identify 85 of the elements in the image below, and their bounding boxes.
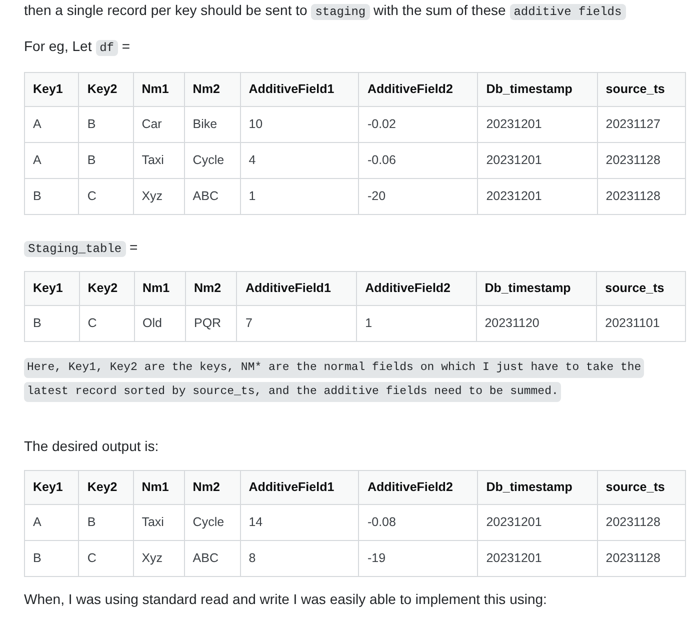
table-cell: 7 [236, 306, 357, 342]
table-cell: 20231201 [478, 106, 598, 142]
inline-code: Staging_table [24, 241, 126, 257]
column-header: Key1 [24, 272, 80, 306]
column-header: Nm2 [184, 72, 240, 106]
inline-code: df [96, 40, 118, 56]
table-cell: -0.08 [358, 504, 478, 540]
table-cell: 20231101 [596, 306, 686, 342]
table-cell: 20231128 [597, 142, 686, 178]
table-cell: 20231128 [597, 540, 686, 576]
table-cell: Xyz [133, 540, 184, 576]
table-cell: 20231128 [597, 178, 686, 214]
paragraph-text: For eg, Let [24, 38, 93, 54]
inline-code: staging [311, 4, 370, 20]
table-cell: 20231128 [597, 504, 686, 540]
table-cell: ABC [184, 540, 240, 576]
column-header: AdditiveField2 [356, 272, 476, 306]
paragraph-text: = [128, 239, 138, 255]
column-header: AdditiveField1 [240, 470, 359, 504]
column-header: AdditiveField1 [240, 72, 359, 106]
column-header: Nm2 [185, 272, 237, 306]
table-cell: 10 [240, 106, 359, 142]
column-header: Nm1 [133, 470, 184, 504]
table-cell: 20231201 [478, 504, 598, 540]
table-cell: -0.06 [358, 142, 478, 178]
column-header: source_ts [596, 272, 686, 306]
table-cell: B [24, 178, 79, 214]
column-header: source_ts [597, 72, 686, 106]
column-header: Key2 [79, 272, 134, 306]
paragraph-text: then a single record per key should be sent to [24, 2, 308, 18]
column-header: Nm1 [133, 72, 184, 106]
table-cell: B [24, 306, 80, 342]
column-header: Key1 [24, 470, 79, 504]
table-cell: PQR [185, 306, 237, 342]
table-cell: Xyz [133, 178, 184, 214]
paragraph-text: When, I was using standard read and write I was easily able to implement this using: [24, 590, 548, 609]
table-cell: A [24, 142, 79, 178]
table-cell: 20231201 [478, 142, 598, 178]
table-cell: Car [133, 106, 184, 142]
table-cell: 20231120 [476, 306, 597, 342]
table-cell: Old [134, 306, 186, 342]
table-cell: 8 [240, 540, 359, 576]
table-cell: 1 [240, 178, 359, 214]
column-header: Key1 [24, 72, 79, 106]
table-cell: 1 [356, 306, 476, 342]
column-header: source_ts [597, 470, 686, 504]
table-cell: B [78, 504, 134, 540]
table-cell: 20231201 [478, 178, 598, 214]
table-cell: C [78, 540, 134, 576]
table-cell: B [24, 540, 79, 576]
paragraph-text: = [120, 38, 130, 54]
paragraph-text: with the sum of these [372, 2, 507, 18]
table-cell: Cycle [184, 142, 240, 178]
column-header: Key2 [78, 470, 134, 504]
table-cell: C [79, 306, 134, 342]
inline-code: additive fields [510, 4, 626, 20]
table-cell: A [24, 504, 79, 540]
table-cell: B [78, 142, 134, 178]
column-header: Db_timestamp [478, 470, 598, 504]
table-cell: 4 [240, 142, 359, 178]
column-header: Db_timestamp [478, 72, 598, 106]
code-text: Here, Key1, Key2 are the keys, NM* are the normal fields on which I just have to take the [24, 358, 644, 378]
table-cell: ABC [184, 178, 240, 214]
table-cell: 14 [240, 504, 359, 540]
column-header: AdditiveField2 [358, 72, 478, 106]
table-cell: -0.02 [358, 106, 478, 142]
code-text: latest record sorted by source_ts, and the additive fields need to be summed. [24, 382, 562, 402]
table-cell: -20 [358, 178, 478, 214]
column-header: AdditiveField1 [236, 272, 357, 306]
column-header: Key2 [78, 72, 134, 106]
table-cell: C [78, 178, 134, 214]
column-header: Db_timestamp [476, 272, 597, 306]
table-cell: -19 [358, 540, 478, 576]
column-header: Nm2 [184, 470, 240, 504]
paragraph-text: The desired output is: [24, 437, 160, 456]
table-cell: Taxi [133, 504, 184, 540]
table-cell: A [24, 106, 79, 142]
table-cell: 20231201 [478, 540, 598, 576]
table-cell: Taxi [133, 142, 184, 178]
table-cell: Cycle [184, 504, 240, 540]
table-cell: 20231127 [597, 106, 686, 142]
column-header: Nm1 [134, 272, 186, 306]
table-cell: Bike [184, 106, 240, 142]
column-header: AdditiveField2 [358, 470, 478, 504]
table-cell: B [78, 106, 134, 142]
